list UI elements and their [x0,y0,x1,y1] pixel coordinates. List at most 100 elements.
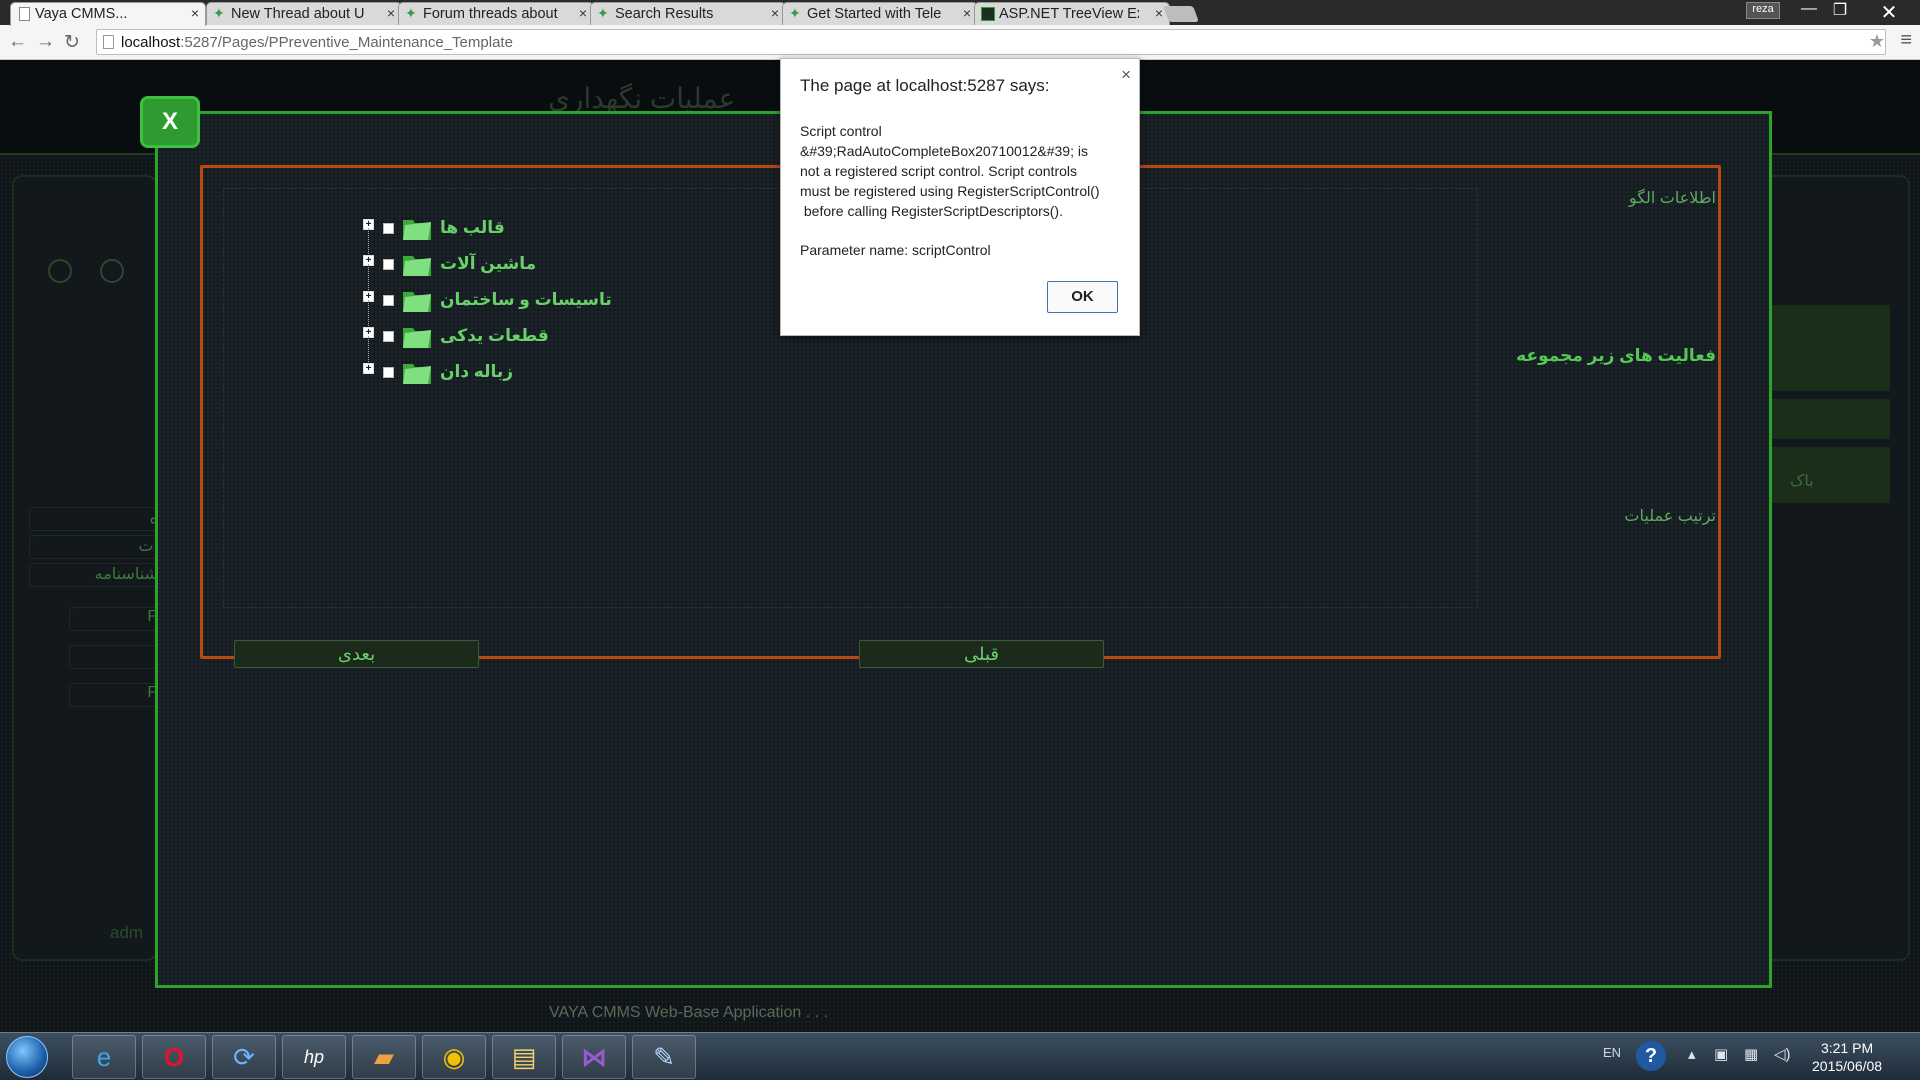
left-sidebar: ه ات شناسنامه P P [12,175,159,961]
right-panel-button[interactable]: باک [1770,447,1890,503]
folder-icon [403,256,431,276]
tab-vaya-cmms[interactable]: Vaya CMMS... × [10,2,206,26]
aspnet-icon [981,7,995,21]
reload-icon[interactable]: ↻ [64,31,80,54]
treeview: + قالب ها + ماشین آلات + تاسیسات و ساختم… [363,210,612,390]
folder-icon [403,220,431,240]
tree-node-label: قطعات یدکی [440,326,549,345]
close-icon[interactable]: × [191,5,199,21]
telerik-icon: ✦ [597,5,609,21]
telerik-icon: ✦ [789,5,801,21]
tree-node[interactable]: + زباله دان [363,354,612,390]
sidebar-item[interactable]: ات [29,535,159,559]
sub-activities-label[interactable]: فعالیت های زیر مجموعه [1516,346,1716,366]
node-checkbox[interactable] [383,294,394,306]
visual-studio-icon[interactable]: ⋈ [562,1035,626,1079]
chrome-icon[interactable]: ◉ [422,1035,486,1079]
dialog-close-icon[interactable]: × [1121,65,1131,85]
telerik-icon: ✦ [213,5,225,21]
taskbar: e O ⟳ hp ▰ ◉ ▤ ⋈ ✎ EN ? ▴ ▣ ▦ ◁) 3:21 PM… [0,1032,1920,1080]
close-icon[interactable]: × [963,5,971,21]
template-info-label[interactable]: اطلاعات الگو [1629,188,1716,208]
network-icon[interactable]: ▦ [1744,1045,1758,1063]
restore-icon[interactable]: ❐ [1826,0,1854,22]
node-checkbox[interactable] [383,330,394,342]
right-panel-block [1770,305,1890,391]
tools-icon[interactable] [100,259,124,283]
dialog-title: The page at localhost:5287 says: [800,76,1050,95]
dialog-parameter: Parameter name: scriptControl [800,242,991,258]
show-hidden-icons[interactable]: ▴ [1688,1045,1696,1063]
tab-search-results[interactable]: ✦ Search Results × [590,2,786,25]
tree-node-label: ماشین آلات [440,254,537,273]
clock-time: 3:21 PM [1820,1040,1874,1056]
folder-icon [403,292,431,312]
expand-icon[interactable]: + [363,362,374,374]
ok-button[interactable]: OK [1047,281,1118,313]
opera-icon[interactable]: O [142,1035,206,1079]
bookmark-star-icon[interactable]: ★ [1869,31,1885,52]
language-indicator[interactable]: EN [1603,1045,1621,1060]
tab-aspnet-treeview[interactable]: ASP.NET TreeView Ex × [974,2,1170,25]
minimize-icon[interactable]: — [1795,0,1823,22]
square-icon[interactable] [48,259,72,283]
volume-icon[interactable]: ◁) [1774,1045,1791,1063]
user-label: adm [110,923,144,942]
footer-text: VAYA CMMS Web-Base Application . . . [549,1004,828,1021]
previous-button[interactable]: قبلی [859,640,1104,668]
sidebar-item[interactable]: ه [29,507,159,531]
refresh-sync-icon[interactable]: ⟳ [212,1035,276,1079]
windows-start-icon[interactable] [6,1036,48,1078]
tab-new-thread[interactable]: ✦ New Thread about U × [206,2,402,25]
menu-icon[interactable]: ≡ [1900,29,1912,52]
internet-explorer-icon[interactable]: e [72,1035,136,1079]
hp-icon[interactable]: hp [282,1035,346,1079]
page-icon [19,7,30,21]
tab-label: Search Results [615,6,714,22]
tab-label: Forum threads about [423,6,558,22]
forward-arrow-icon[interactable]: → [36,31,55,53]
user-profile-badge[interactable]: reza [1746,2,1780,19]
tab-label: New Thread about U [231,6,365,22]
back-arrow-icon[interactable]: ← [8,31,27,53]
sidebar-item[interactable]: P [69,607,159,631]
modal-close-button[interactable]: X [140,96,200,148]
tab-forum-threads[interactable]: ✦ Forum threads about × [398,2,594,25]
sidebar-item[interactable]: شناسنامه [29,563,159,587]
new-tab-button[interactable] [1163,6,1199,22]
window-close-icon[interactable]: ✕ [1874,0,1904,24]
operation-order-label[interactable]: ترتیب عملیات [1624,506,1716,526]
paint-icon[interactable]: ✎ [632,1035,696,1079]
tree-node[interactable]: + قطعات یدکی [363,318,612,372]
action-center-icon[interactable]: ▣ [1714,1045,1728,1063]
clock-date: 2015/06/08 [1812,1058,1883,1074]
sidebar-item[interactable]: P [69,683,159,707]
close-icon[interactable]: × [771,5,779,21]
sidebar-item[interactable] [69,645,159,669]
tab-get-started[interactable]: ✦ Get Started with Tele × [782,2,978,25]
folder-icon [403,328,431,348]
url-host: localhost [121,34,181,51]
close-icon[interactable]: × [387,5,395,21]
url-path: :5287/Pages/PPreventive_Maintenance_Temp… [180,34,513,51]
url-input[interactable]: localhost:5287/Pages/PPreventive_Mainten… [96,29,1886,55]
node-checkbox[interactable] [383,366,394,378]
file-explorer-icon[interactable]: ▤ [492,1035,556,1079]
alert-dialog: The page at localhost:5287 says: × Scrip… [780,58,1140,336]
right-sidebar: باک [1748,175,1910,961]
close-icon[interactable]: × [1155,5,1163,21]
tree-node[interactable]: + قالب ها [363,210,612,264]
tree-node[interactable]: + ماشین آلات [363,246,612,300]
tab-label: ASP.NET TreeView Ex [999,6,1139,22]
clock[interactable]: 3:21 PM 2015/06/08 [1812,1039,1882,1075]
folder-icon [403,364,431,384]
help-icon[interactable]: ? [1636,1041,1666,1071]
node-checkbox[interactable] [383,258,394,270]
node-checkbox[interactable] [383,222,394,234]
tab-label: Vaya CMMS... [35,6,128,22]
app-icon[interactable]: ▰ [352,1035,416,1079]
tree-node[interactable]: + تاسیسات و ساختمان [363,282,612,336]
address-toolbar: ← → ↻ localhost:5287/Pages/PPreventive_M… [0,25,1920,60]
next-button[interactable]: بعدی [234,640,479,668]
close-icon[interactable]: × [579,5,587,21]
